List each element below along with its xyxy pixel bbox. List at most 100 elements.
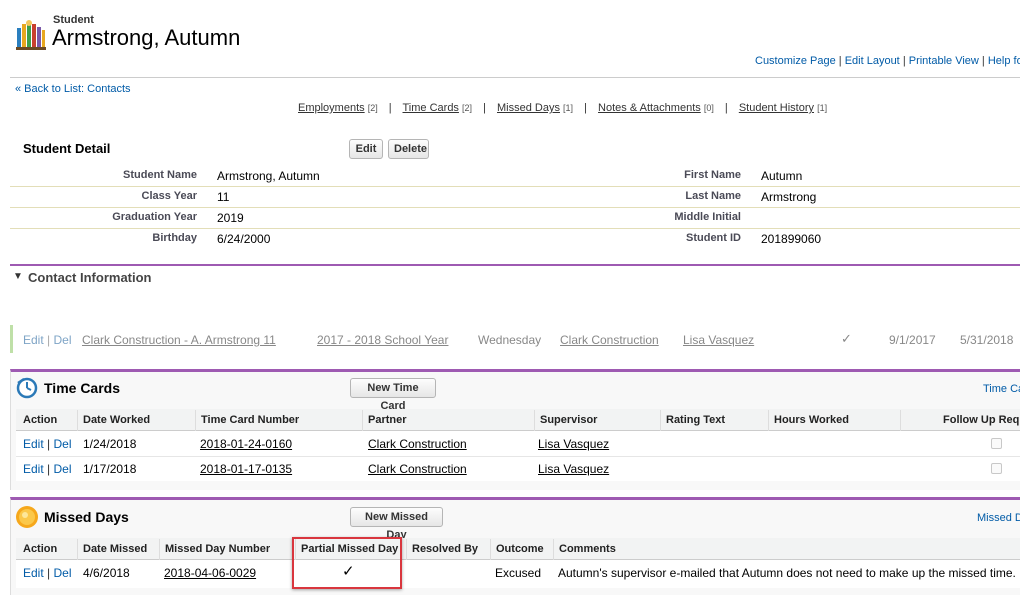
column-divider [768,410,769,431]
page-title: Armstrong, Autumn [52,25,241,50]
column-header-supervisor[interactable]: Supervisor [540,414,597,426]
top-links: Customize Page | Edit Layout | Printable… [755,55,1020,67]
missed-days-help-link[interactable]: Missed D [977,512,1020,524]
employment-start-date: 9/1/2017 [889,333,936,347]
related-link-student-history[interactable]: Student History [1] [739,102,827,114]
column-header-action[interactable]: Action [23,543,57,555]
edit-layout-link[interactable]: Edit Layout [845,55,900,67]
date-worked-cell: 1/17/2018 [83,462,137,476]
comments-cell: Autumn's supervisor e-mailed that Autumn… [558,566,1016,580]
column-header-resolved-by[interactable]: Resolved By [412,543,478,555]
checkmark-icon: ✓ [841,331,852,346]
del-link[interactable]: Del [54,462,72,476]
column-divider [159,539,160,560]
column-header-missed-day-number[interactable]: Missed Day Number [165,543,270,555]
partner-link[interactable]: Clark Construction [368,462,467,476]
edit-link[interactable]: Edit [23,333,44,347]
new-time-card-button[interactable]: New Time Card [350,378,436,412]
partner-link[interactable]: Clark Construction [368,437,467,451]
column-header-date-worked[interactable]: Date Worked [83,414,150,426]
field-label-graduation-year: Graduation Year [112,211,197,223]
section-divider [10,264,1020,266]
column-divider [77,410,78,431]
follow-up-checkbox [991,438,1002,449]
time-card-number-link[interactable]: 2018-01-17-0135 [200,462,292,476]
del-link[interactable]: Del [54,333,72,347]
column-header-date-missed[interactable]: Date Missed [83,543,147,555]
detail-section-title: Student Detail [23,141,111,156]
school-year-link[interactable]: 2017 - 2018 School Year [317,333,448,347]
employment-row-actions: Edit | Del [23,333,72,347]
field-label-student-name: Student Name [123,169,197,181]
link-separator: | [981,55,985,67]
time-cards-icon [16,377,38,399]
missed-days-icon [15,505,39,529]
new-missed-day-button[interactable]: New Missed Day [350,507,443,541]
customize-page-link[interactable]: Customize Page [755,55,836,67]
employment-partner-link[interactable]: Clark Construction [560,333,659,347]
related-link-employments[interactable]: Employments [2] [298,102,378,114]
related-separator: | [483,102,486,114]
related-separator: | [584,102,587,114]
column-divider [553,539,554,560]
column-header-time-card-number[interactable]: Time Card Number [201,414,299,426]
supervisor-link[interactable]: Lisa Vasquez [538,462,609,476]
column-header-partner[interactable]: Partner [368,414,407,426]
column-divider [77,539,78,560]
table-row-actions: Edit | Del [23,566,72,580]
field-value-graduation-year: 2019 [217,211,244,225]
follow-up-checkbox [991,463,1002,474]
column-header-comments[interactable]: Comments [559,543,616,555]
column-header-action[interactable]: Action [23,414,57,426]
edit-link[interactable]: Edit [23,566,44,580]
action-separator: | [47,566,51,580]
supervisor-link[interactable]: Lisa Vasquez [538,437,609,451]
time-cards-help-link[interactable]: Time Ca [983,383,1020,395]
del-link[interactable]: Del [54,566,72,580]
field-label-class-year: Class Year [141,190,197,202]
help-link[interactable]: Help fo [988,55,1020,67]
field-divider [10,207,1020,208]
contact-info-section-title[interactable]: Contact Information [28,270,152,285]
related-link-missed-days[interactable]: Missed Days [1] [497,102,573,114]
field-label-last-name: Last Name [685,190,741,202]
collapse-toggle-icon[interactable]: ▼ [13,271,23,282]
field-divider [10,228,1020,229]
edit-link[interactable]: Edit [23,462,44,476]
field-value-first-name: Autumn [761,169,803,183]
employment-supervisor-link[interactable]: Lisa Vasquez [683,333,754,347]
column-divider [362,410,363,431]
related-links-bar: Employments [2] | Time Cards [2] | Misse… [298,102,827,114]
related-separator: | [388,102,392,114]
action-separator: | [47,462,51,476]
printable-view-link[interactable]: Printable View [909,55,979,67]
header-divider [10,77,1020,78]
column-header-follow-up[interactable]: Follow Up Requ [943,414,1020,426]
field-value-birthday: 6/24/2000 [217,232,271,246]
column-header-outcome[interactable]: Outcome [496,543,544,555]
column-header-rating-text[interactable]: Rating Text [666,414,725,426]
delete-button[interactable]: Delete [388,139,429,159]
column-divider [490,539,491,560]
missed-day-number-link[interactable]: 2018-04-06-0029 [164,566,256,580]
edit-link[interactable]: Edit [23,437,44,451]
employment-end-date: 5/31/2018 [960,333,1014,347]
back-to-list-link[interactable]: « Back to List: Contacts [15,83,131,95]
time-card-number-link[interactable]: 2018-01-24-0160 [200,437,292,451]
employment-name-link[interactable]: Clark Construction - A. Armstrong 11 [82,333,276,347]
related-link-time-cards[interactable]: Time Cards [2] [403,102,473,114]
del-link[interactable]: Del [54,437,72,451]
field-value-class-year: 11 [217,190,230,204]
field-value-last-name: Armstrong [761,190,817,204]
column-divider [195,410,196,431]
related-link-notes-attachments[interactable]: Notes & Attachments [0] [598,102,714,114]
field-divider [10,186,1020,187]
column-header-hours-worked[interactable]: Hours Worked [774,414,849,426]
edit-button[interactable]: Edit [349,139,383,159]
row-divider [16,456,1020,457]
field-label-birthday: Birthday [152,232,197,244]
time-cards-header-row [16,409,1020,431]
related-separator: | [724,102,728,114]
link-separator: | [902,55,906,67]
field-label-middle-initial: Middle Initial [674,211,741,223]
